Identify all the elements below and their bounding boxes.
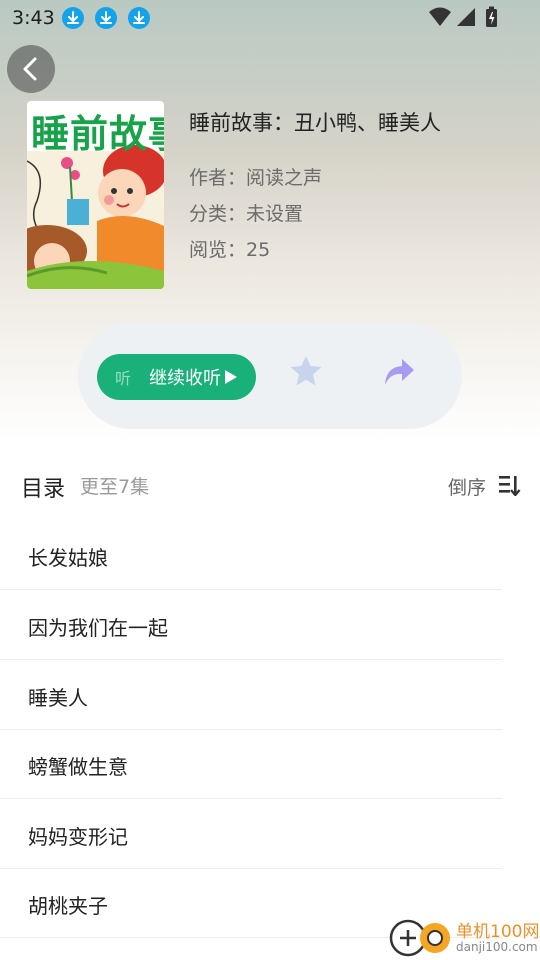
listen-ghost-text: 听: [115, 369, 132, 388]
share-icon[interactable]: [382, 356, 416, 388]
site-watermark: 单机100网 danji100.com: [388, 914, 540, 960]
cover-title: 睡前故事: [31, 112, 164, 156]
download-icon: [128, 7, 150, 29]
play-icon: [225, 370, 237, 384]
sort-order-button[interactable]: 倒序: [448, 473, 486, 500]
continue-listening-button[interactable]: 听 继续收听: [97, 354, 256, 400]
episode-title: 因为我们在一起: [28, 616, 168, 640]
book-views: 阅览：25: [189, 239, 271, 261]
watermark-name: 单机100网: [456, 922, 540, 942]
battery-icon: [486, 6, 497, 27]
back-button[interactable]: [7, 45, 55, 93]
book-title: 睡前故事：丑小鸭、睡美人: [189, 111, 441, 135]
episode-item[interactable]: 因为我们在一起: [0, 590, 502, 660]
episode-item[interactable]: 螃蟹做生意: [0, 729, 502, 799]
status-time: 3:43: [12, 7, 55, 29]
episode-item[interactable]: 长发姑娘: [0, 520, 502, 590]
signal-icon: [457, 8, 475, 26]
episode-count: 更至7集: [80, 476, 150, 498]
continue-listening-label: 继续收听: [149, 368, 221, 389]
book-cover: 睡前故事: [27, 101, 164, 289]
status-bar: 3:43: [0, 0, 540, 36]
episode-title: 睡美人: [28, 686, 88, 710]
episode-title: 长发姑娘: [28, 546, 108, 570]
download-icon: [95, 7, 117, 29]
episode-item[interactable]: 睡美人: [0, 660, 502, 730]
watermark-logo-icon: [389, 919, 450, 957]
toc-title: 目录: [21, 477, 66, 502]
back-arrow-icon: [23, 57, 37, 81]
sort-icon[interactable]: [499, 474, 521, 496]
episode-title: 妈妈变形记: [28, 825, 128, 849]
book-author: 作者：阅读之声: [189, 167, 323, 189]
download-icon: [62, 7, 84, 29]
episode-title: 螃蟹做生意: [28, 755, 128, 779]
book-category: 分类：未设置: [189, 203, 304, 225]
episode-title: 胡桃夹子: [28, 894, 108, 918]
wifi-icon: [429, 7, 451, 26]
watermark-url: danji100.com: [456, 940, 538, 954]
episode-item[interactable]: 妈妈变形记: [0, 799, 502, 869]
star-icon[interactable]: [288, 354, 324, 388]
